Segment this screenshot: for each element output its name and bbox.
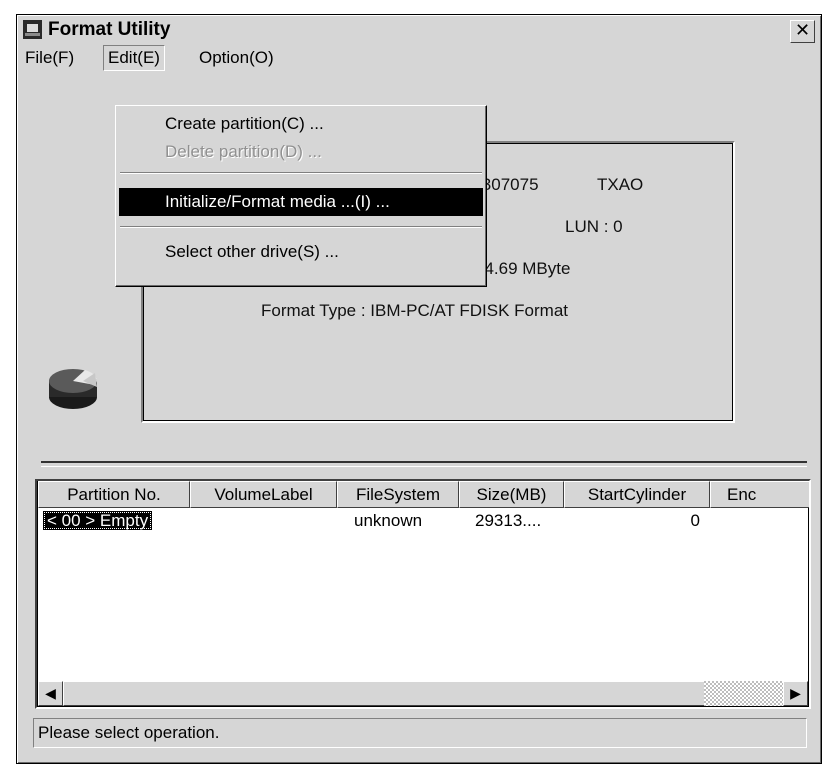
drive-vendor: TXAO	[597, 175, 644, 194]
col-start-cylinder[interactable]: StartCylinder	[564, 481, 710, 508]
horizontal-scrollbar[interactable]: ◀ ▶	[38, 681, 808, 706]
drive-capacity: 14.69 MByte	[475, 259, 571, 278]
start-cylinder-cell: 0	[690, 511, 700, 530]
scroll-track[interactable]	[704, 681, 783, 706]
scroll-thumb[interactable]	[63, 681, 705, 706]
filesystem-cell: unknown	[354, 511, 423, 530]
menu-separator	[120, 226, 482, 228]
title-bar[interactable]: Format Utility ✕	[19, 17, 819, 44]
col-size[interactable]: Size(MB)	[459, 481, 564, 508]
app-icon	[23, 20, 42, 39]
col-volume-label[interactable]: VolumeLabel	[190, 481, 337, 508]
menu-edit[interactable]: Edit(E)	[103, 45, 165, 71]
col-partition-no[interactable]: Partition No.	[38, 481, 190, 508]
menu-bar: File(F) Edit(E) Option(O)	[19, 45, 819, 71]
menu-create-partition[interactable]: Create partition(C) ...	[119, 110, 483, 138]
scroll-left-icon[interactable]: ◀	[38, 681, 63, 706]
status-bar: Please select operation.	[33, 718, 807, 748]
section-divider	[41, 461, 807, 467]
format-type: Format Type : IBM-PC/AT FDISK Format	[261, 301, 569, 320]
menu-initialize-format[interactable]: Initialize/Format media ...(I) ...	[119, 188, 483, 216]
table-row[interactable]: < 00 > Empty unknown 29313.... 0	[37, 510, 809, 534]
pie-disk-icon	[49, 369, 97, 409]
col-file-system[interactable]: FileSystem	[337, 481, 459, 508]
scroll-right-icon[interactable]: ▶	[783, 681, 808, 706]
close-button[interactable]: ✕	[790, 20, 815, 43]
menu-file[interactable]: File(F)	[21, 46, 78, 70]
drive-lun: LUN : 0	[565, 217, 623, 236]
partition-list[interactable]: Partition No. VolumeLabel FileSystem Siz…	[35, 479, 811, 709]
partition-list-header: Partition No. VolumeLabel FileSystem Siz…	[37, 481, 809, 508]
edit-menu-dropdown: Create partition(C) ... Delete partition…	[115, 105, 487, 287]
menu-delete-partition[interactable]: Delete partition(D) ...	[119, 138, 483, 166]
window-title: Format Utility	[48, 19, 171, 40]
partition-cell[interactable]: < 00 > Empty	[43, 511, 153, 530]
menu-separator	[120, 172, 482, 174]
format-utility-window: Format Utility ✕ File(F) Edit(E) Option(…	[16, 14, 822, 764]
menu-select-drive[interactable]: Select other drive(S) ...	[119, 238, 483, 266]
menu-option[interactable]: Option(O)	[195, 46, 278, 70]
size-cell: 29313....	[475, 511, 542, 530]
col-end[interactable]: Enc	[710, 481, 809, 508]
